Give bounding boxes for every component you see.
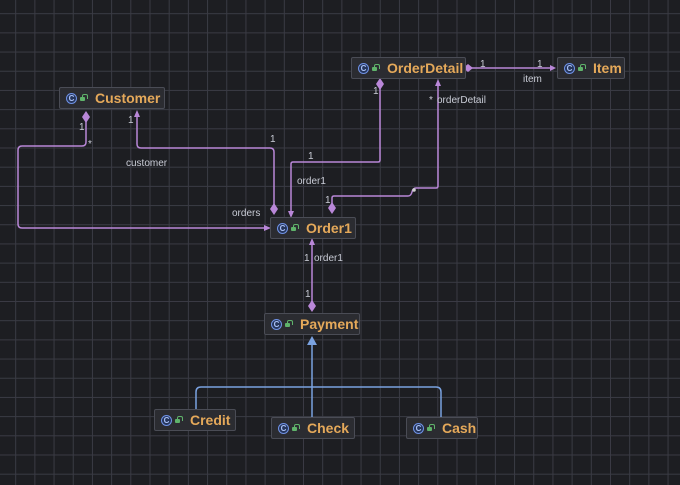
multiplicity-label: 1: [305, 289, 311, 300]
class-icon: C: [413, 422, 424, 434]
inheritance-arrowhead: [307, 336, 317, 345]
lock-icon: [372, 64, 380, 72]
lock-icon: [80, 94, 88, 102]
class-icon: C: [358, 62, 369, 74]
multiplicity-label: 1: [325, 195, 331, 206]
multiplicity-label: 1: [373, 86, 379, 97]
role-label: orders: [232, 208, 261, 219]
class-name: Payment: [300, 316, 359, 332]
class-name: Credit: [190, 412, 231, 428]
arrowhead: [134, 110, 140, 117]
class-icon: C: [278, 422, 289, 434]
class-node-orderdetail[interactable]: C OrderDetail: [351, 57, 466, 79]
class-icon: C: [277, 222, 288, 234]
edge-order1-orderdetail[interactable]: [331, 82, 439, 206]
class-node-cash[interactable]: C Cash: [406, 417, 478, 439]
role-label: item: [523, 74, 542, 85]
class-name: Order1: [306, 220, 352, 236]
class-name: Customer: [95, 90, 161, 106]
composition-diamond: [270, 203, 278, 215]
lock-icon: [291, 224, 299, 232]
multiplicity-label: *: [88, 139, 92, 150]
multiplicity-label: 1: [480, 59, 486, 70]
multiplicity-label: *: [429, 95, 433, 106]
waypoint-dot: [412, 188, 416, 192]
lock-icon: [427, 424, 435, 432]
edge-credit-payment[interactable]: [195, 386, 312, 410]
arrowhead: [309, 238, 315, 245]
class-name: Cash: [442, 420, 477, 436]
lock-icon: [292, 424, 300, 432]
class-icon: C: [161, 414, 172, 426]
role-label: order1: [297, 176, 326, 187]
class-name: Check: [307, 420, 350, 436]
multiplicity-label: 1: [308, 151, 314, 162]
multiplicity-label: 1: [128, 115, 134, 126]
class-node-customer[interactable]: C Customer: [59, 87, 165, 109]
lock-icon: [175, 416, 183, 424]
class-node-check[interactable]: C Check: [271, 417, 355, 439]
class-icon: C: [271, 318, 282, 330]
arrowhead: [550, 65, 556, 71]
multiplicity-label: 1: [79, 122, 85, 133]
class-node-order1[interactable]: C Order1: [270, 217, 356, 239]
class-icon: C: [66, 92, 77, 104]
class-name: Item: [593, 60, 622, 76]
multiplicity-label: 1: [537, 59, 543, 70]
edge-customer-order1-orders[interactable]: [17, 120, 268, 229]
class-name: OrderDetail: [387, 60, 464, 76]
arrowhead: [435, 79, 441, 86]
class-node-payment[interactable]: C Payment: [264, 313, 360, 335]
role-label: order1: [314, 253, 343, 264]
class-node-credit[interactable]: C Credit: [154, 409, 236, 431]
multiplicity-label: 1: [270, 134, 276, 145]
edge-cash-payment[interactable]: [312, 386, 442, 418]
composition-diamond: [308, 300, 316, 312]
role-label: customer: [126, 158, 168, 169]
multiplicity-label: 1: [304, 253, 310, 264]
class-icon: C: [564, 62, 575, 74]
role-label: orderDetail: [437, 95, 486, 106]
class-node-item[interactable]: C Item: [557, 57, 625, 79]
lock-icon: [285, 320, 293, 328]
lock-icon: [578, 64, 586, 72]
